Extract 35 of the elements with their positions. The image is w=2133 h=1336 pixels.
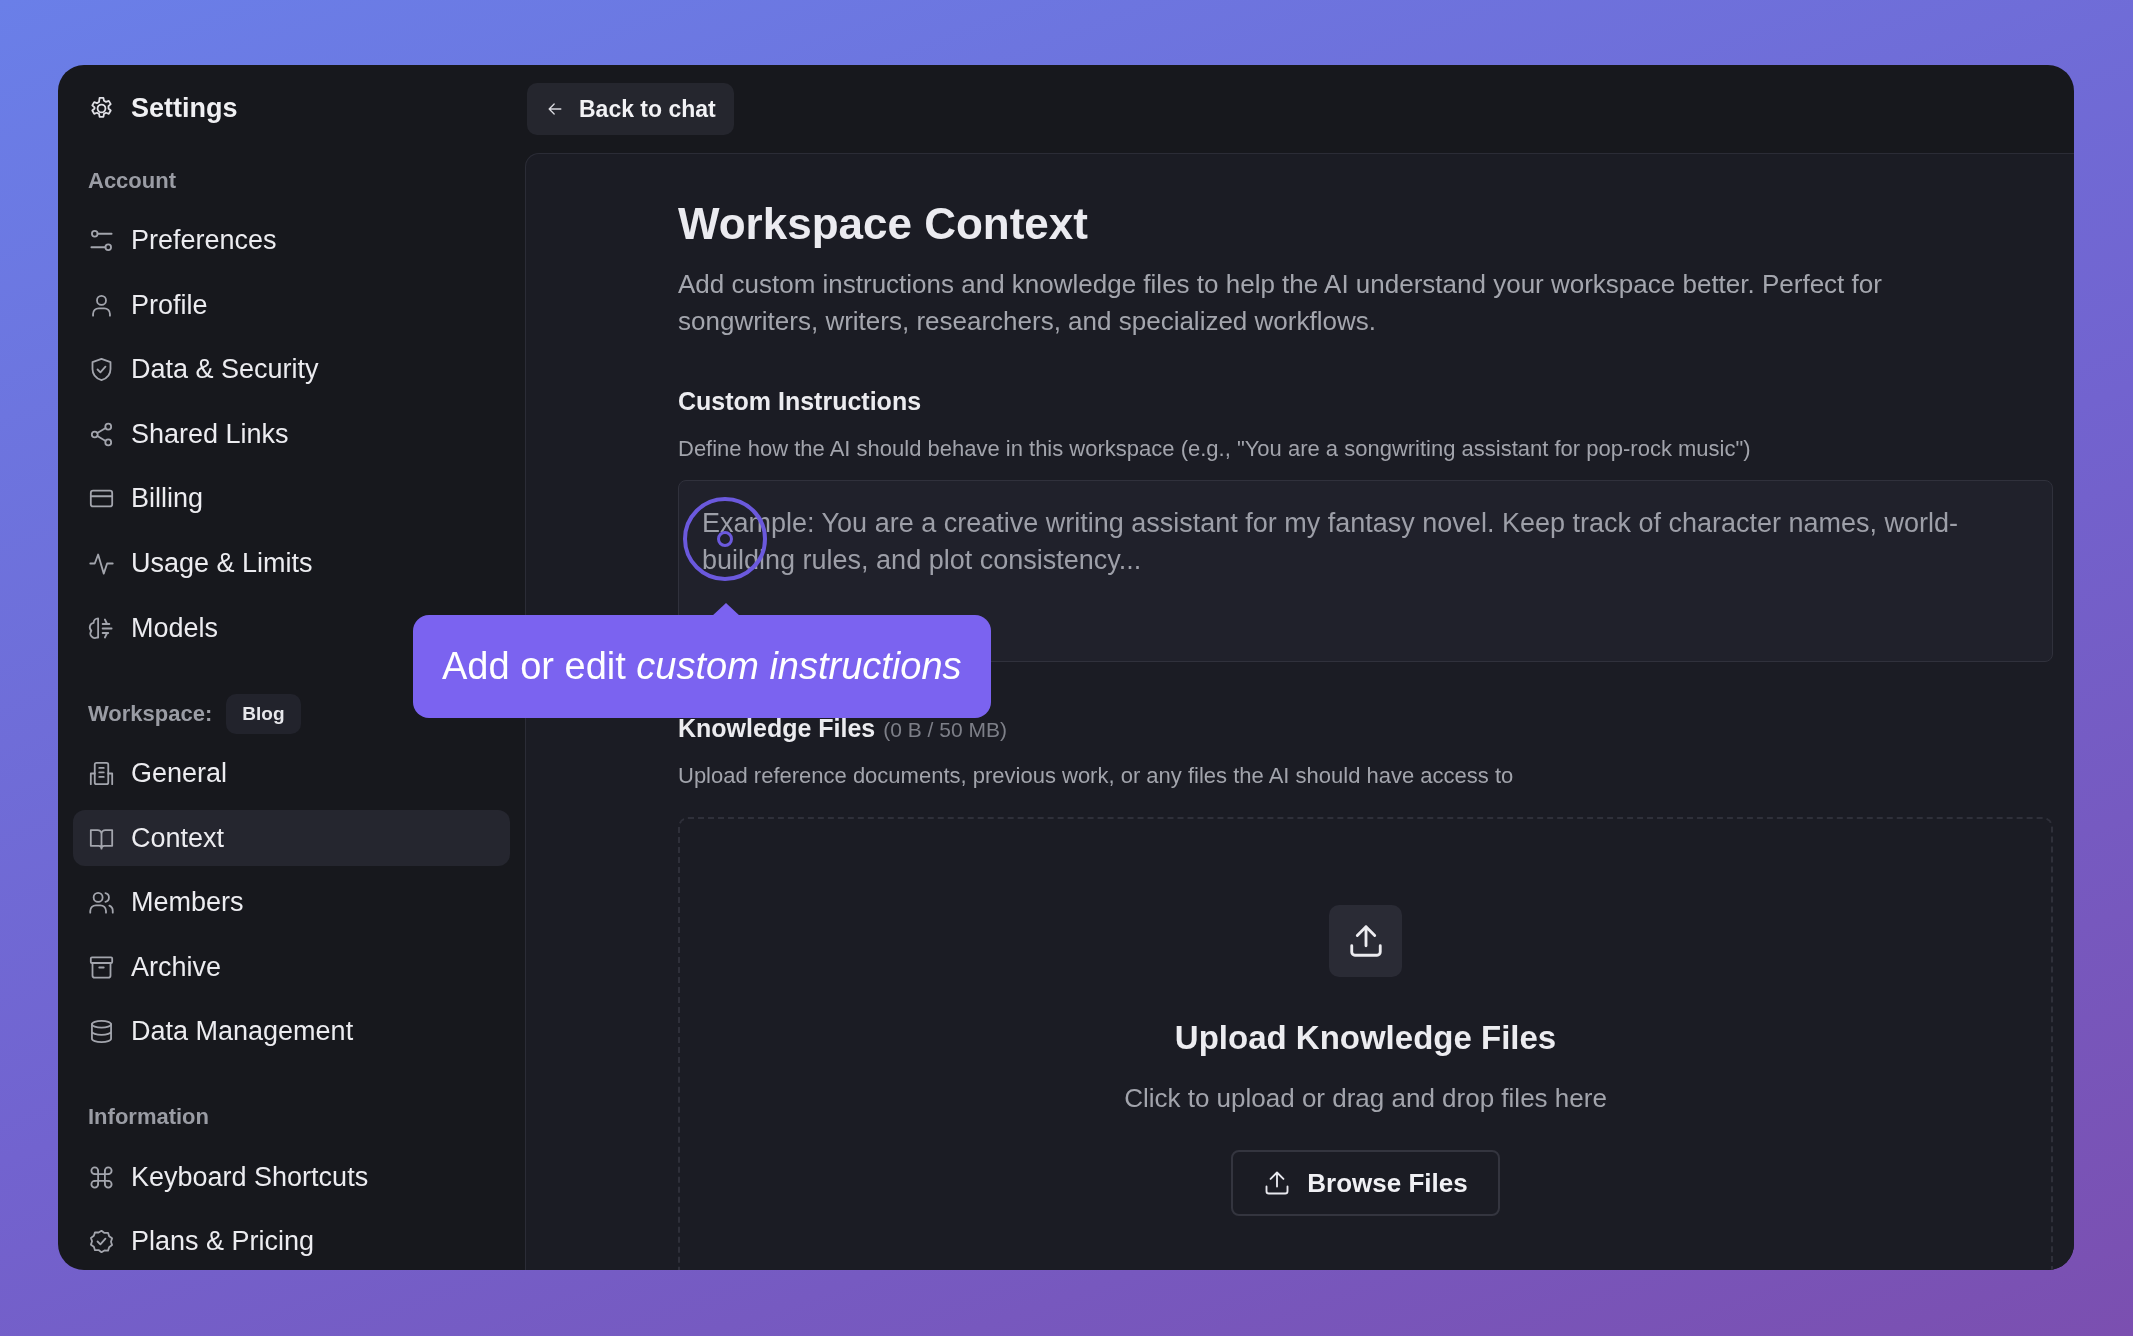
sidebar-item[interactable]: Keyboard Shortcuts (73, 1148, 510, 1206)
sidebar-item[interactable]: Profile (73, 277, 510, 334)
sidebar-item[interactable]: Preferences (73, 212, 510, 269)
check-badge-icon (88, 1228, 115, 1256)
sidebar-item[interactable]: Shared Links (73, 406, 510, 463)
section-hint: Upload reference documents, previous work, or any files the AI should have access to (678, 763, 1515, 789)
sidebar-item[interactable]: Data & Security (73, 341, 510, 399)
share-icon (88, 420, 115, 448)
sidebar-item[interactable]: Data Management (73, 1003, 510, 1060)
sidebar-item[interactable]: Context (73, 809, 510, 867)
building-icon (88, 759, 115, 787)
drop-zone[interactable]: Upload Knowledge Files Click to upload or drag and drop files here Browse Files (678, 817, 2053, 1270)
sidebar-item[interactable]: Members (73, 874, 510, 931)
back-button[interactable]: Back to chat (527, 83, 734, 135)
browse-files-button[interactable]: Browse Files (1231, 1150, 1500, 1216)
sidebar-item[interactable]: Billing (73, 470, 510, 528)
sidebar-item[interactable]: Archive (73, 938, 510, 996)
section-label: Workspace: (88, 700, 213, 727)
upload-subtitle: Click to upload or drag and drop files here (1124, 1083, 1607, 1114)
sidebar-title: Settings (131, 92, 238, 124)
archive-icon (88, 953, 115, 981)
sidebar-item[interactable]: Plans & Pricing (73, 1213, 510, 1270)
sidebar-item[interactable]: General (73, 745, 510, 802)
section-hint: Define how the AI should behave in this workspace (e.g., "You are a songwriting assistant for pop-rock music") (678, 436, 1752, 462)
page-description: Add custom instructions and knowledge files to help the AI understand your workspace better. Perfect for songwriters, writers, researchers, and specialized workflows. (678, 268, 1883, 338)
storage-size: (0 B / 50 MB) (883, 718, 1007, 742)
page-title: Workspace Context (678, 199, 1089, 249)
section-label: Information (88, 1104, 209, 1131)
workspace-badge: Blog (226, 693, 301, 734)
section-label: Account (88, 168, 176, 194)
database-icon (88, 1018, 115, 1046)
tooltip: Add or edit custom instructions (413, 615, 991, 718)
section-heading: Custom Instructions (678, 387, 923, 416)
upload-title: Upload Knowledge Files (1174, 1019, 1557, 1057)
sidebar-item[interactable]: Usage & Limits (73, 535, 510, 592)
